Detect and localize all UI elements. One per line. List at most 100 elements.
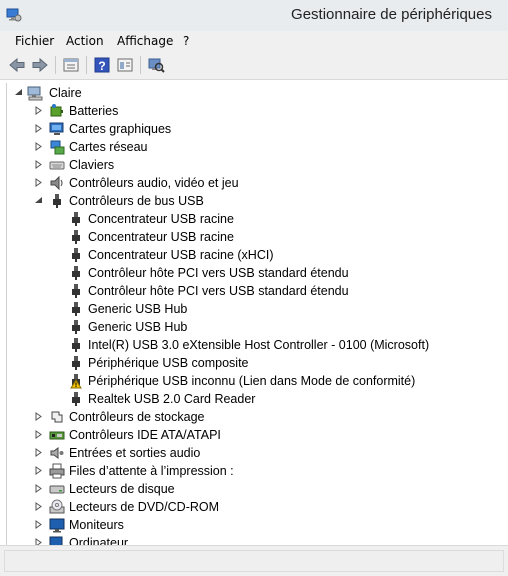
menu-bar: Fichier Action Affichage ? bbox=[0, 31, 508, 51]
tree-category-label: Batteries bbox=[69, 104, 119, 118]
tree-category[interactable]: Contrôleurs audio, vidéo et jeu bbox=[7, 174, 501, 192]
tree-category[interactable]: Lecteurs de DVD/CD-ROM bbox=[7, 498, 501, 516]
expand-arrow-icon[interactable] bbox=[34, 178, 43, 187]
expand-arrow-icon[interactable] bbox=[34, 520, 43, 529]
keyboard-icon bbox=[49, 161, 65, 170]
tree-category[interactable]: Contrôleurs IDE ATA/ATAPI bbox=[7, 426, 501, 444]
tree-category[interactable]: Ordinateur bbox=[7, 534, 501, 545]
usb-device-icon bbox=[72, 302, 80, 316]
usb-device-label: Contrôleur hôte PCI vers USB standard ét… bbox=[88, 266, 349, 280]
disk-drive-icon bbox=[49, 485, 65, 494]
usb-device-icon bbox=[72, 266, 80, 280]
usb-device-item[interactable]: Concentrateur USB racine bbox=[7, 228, 501, 246]
device-manager-icon[interactable] bbox=[6, 7, 22, 23]
computer-icon bbox=[27, 86, 43, 101]
usb-device-icon bbox=[72, 248, 80, 262]
tree-category-label: Moniteurs bbox=[69, 518, 124, 532]
expand-arrow-icon[interactable] bbox=[34, 430, 43, 439]
usb-device-icon bbox=[72, 230, 80, 244]
status-cell bbox=[4, 550, 504, 572]
tree-category-label: Contrôleurs IDE ATA/ATAPI bbox=[69, 428, 221, 442]
expand-arrow-icon[interactable] bbox=[34, 412, 43, 421]
usb-device-icon bbox=[72, 356, 80, 370]
usb-device-icon bbox=[72, 320, 80, 334]
expand-arrow-icon[interactable] bbox=[34, 124, 43, 133]
usb-device-warning-icon bbox=[70, 374, 82, 389]
tree-category[interactable]: Files d’attente à l’impression : bbox=[7, 462, 501, 480]
help-icon[interactable]: ? bbox=[93, 56, 111, 74]
usb-device-item[interactable]: Périphérique USB inconnu (Lien dans Mode… bbox=[7, 372, 501, 390]
tree-root-label: Claire bbox=[49, 86, 82, 100]
usb-device-label: Contrôleur hôte PCI vers USB standard ét… bbox=[88, 284, 349, 298]
expand-arrow-icon[interactable] bbox=[34, 484, 43, 493]
usb-device-icon bbox=[72, 212, 80, 226]
menu-action[interactable]: Action bbox=[64, 33, 106, 49]
toolbar: ? bbox=[0, 51, 508, 80]
toolbar-separator bbox=[140, 56, 141, 74]
usb-device-item[interactable]: Périphérique USB composite bbox=[7, 354, 501, 372]
expand-arrow-icon[interactable] bbox=[34, 538, 43, 545]
tree-category[interactable]: Contrôleurs de stockage bbox=[7, 408, 501, 426]
back-icon[interactable] bbox=[8, 56, 26, 74]
usb-device-item[interactable]: Concentrateur USB racine (xHCI) bbox=[7, 246, 501, 264]
usb-device-label: Concentrateur USB racine (xHCI) bbox=[88, 248, 274, 262]
display-adapter-icon bbox=[49, 122, 64, 135]
usb-device-item[interactable]: Contrôleur hôte PCI vers USB standard ét… bbox=[7, 282, 501, 300]
usb-device-item[interactable]: Generic USB Hub bbox=[7, 318, 501, 336]
expand-arrow-icon[interactable] bbox=[34, 142, 43, 151]
usb-device-icon bbox=[72, 338, 80, 352]
tree-category[interactable]: Batteries bbox=[7, 102, 501, 120]
expand-arrow-icon[interactable] bbox=[34, 160, 43, 169]
toolbar-separator bbox=[55, 56, 56, 74]
usb-device-icon bbox=[72, 392, 80, 406]
tree-category[interactable]: Moniteurs bbox=[7, 516, 501, 534]
usb-device-label: Concentrateur USB racine bbox=[88, 212, 234, 226]
usb-device-label: Realtek USB 2.0 Card Reader bbox=[88, 392, 256, 406]
expand-arrow-icon[interactable] bbox=[34, 466, 43, 475]
usb-device-label: Périphérique USB inconnu (Lien dans Mode… bbox=[88, 374, 416, 388]
usb-device-label: Concentrateur USB racine bbox=[88, 230, 234, 244]
window-title: Gestionnaire de périphériques bbox=[291, 6, 492, 23]
tree-category-label: Contrôleurs audio, vidéo et jeu bbox=[69, 176, 239, 190]
tree-category-label: Ordinateur bbox=[69, 536, 129, 545]
view-icon[interactable] bbox=[116, 56, 134, 74]
tree-category-label: Claviers bbox=[69, 158, 115, 172]
properties-icon[interactable] bbox=[62, 56, 80, 74]
tree-category-usb[interactable]: Contrôleurs de bus USB bbox=[7, 192, 501, 210]
usb-device-item[interactable]: Concentrateur USB racine bbox=[7, 210, 501, 228]
tree-category[interactable]: Claviers bbox=[7, 156, 501, 174]
forward-icon[interactable] bbox=[31, 56, 49, 74]
network-adapter-icon bbox=[50, 140, 65, 155]
expand-arrow-icon[interactable] bbox=[34, 502, 43, 511]
usb-device-item[interactable]: Realtek USB 2.0 Card Reader bbox=[7, 390, 501, 408]
tree-category-label: Lecteurs de disque bbox=[69, 482, 175, 496]
tree-root[interactable]: Claire bbox=[7, 84, 501, 102]
usb-device-icon bbox=[72, 284, 80, 298]
menu-affichage[interactable]: Affichage bbox=[115, 33, 175, 49]
monitor-icon bbox=[49, 518, 65, 533]
tree-category[interactable]: Cartes graphiques bbox=[7, 120, 501, 138]
tree-category-label: Cartes réseau bbox=[69, 140, 148, 154]
collapse-arrow-icon[interactable] bbox=[14, 88, 23, 97]
tree-category[interactable]: Entrées et sorties audio bbox=[7, 444, 501, 462]
usb-device-label: Generic USB Hub bbox=[88, 302, 188, 316]
storage-controller-icon bbox=[51, 411, 63, 423]
expand-arrow-icon[interactable] bbox=[34, 106, 43, 115]
tree-category-label: Contrôleurs de bus USB bbox=[69, 194, 204, 208]
tree-category-label: Entrées et sorties audio bbox=[69, 446, 201, 460]
expand-arrow-icon[interactable] bbox=[34, 448, 43, 457]
usb-device-item[interactable]: Contrôleur hôte PCI vers USB standard ét… bbox=[7, 264, 501, 282]
scan-hardware-icon[interactable] bbox=[147, 56, 165, 74]
tree-category-label: Lecteurs de DVD/CD-ROM bbox=[69, 500, 220, 514]
usb-device-label: Intel(R) USB 3.0 eXtensible Host Control… bbox=[88, 338, 430, 352]
usb-device-item[interactable]: Generic USB Hub bbox=[7, 300, 501, 318]
tree-category[interactable]: Cartes réseau bbox=[7, 138, 501, 156]
tree-category[interactable]: Lecteurs de disque bbox=[7, 480, 501, 498]
menu-help[interactable]: ? bbox=[181, 33, 191, 49]
usb-device-item[interactable]: Intel(R) USB 3.0 eXtensible Host Control… bbox=[7, 336, 501, 354]
usb-device-label: Périphérique USB composite bbox=[88, 356, 249, 370]
toolbar-separator bbox=[86, 56, 87, 74]
collapse-arrow-icon[interactable] bbox=[34, 196, 43, 205]
ide-controller-icon bbox=[49, 431, 65, 440]
menu-fichier[interactable]: Fichier bbox=[13, 33, 56, 49]
